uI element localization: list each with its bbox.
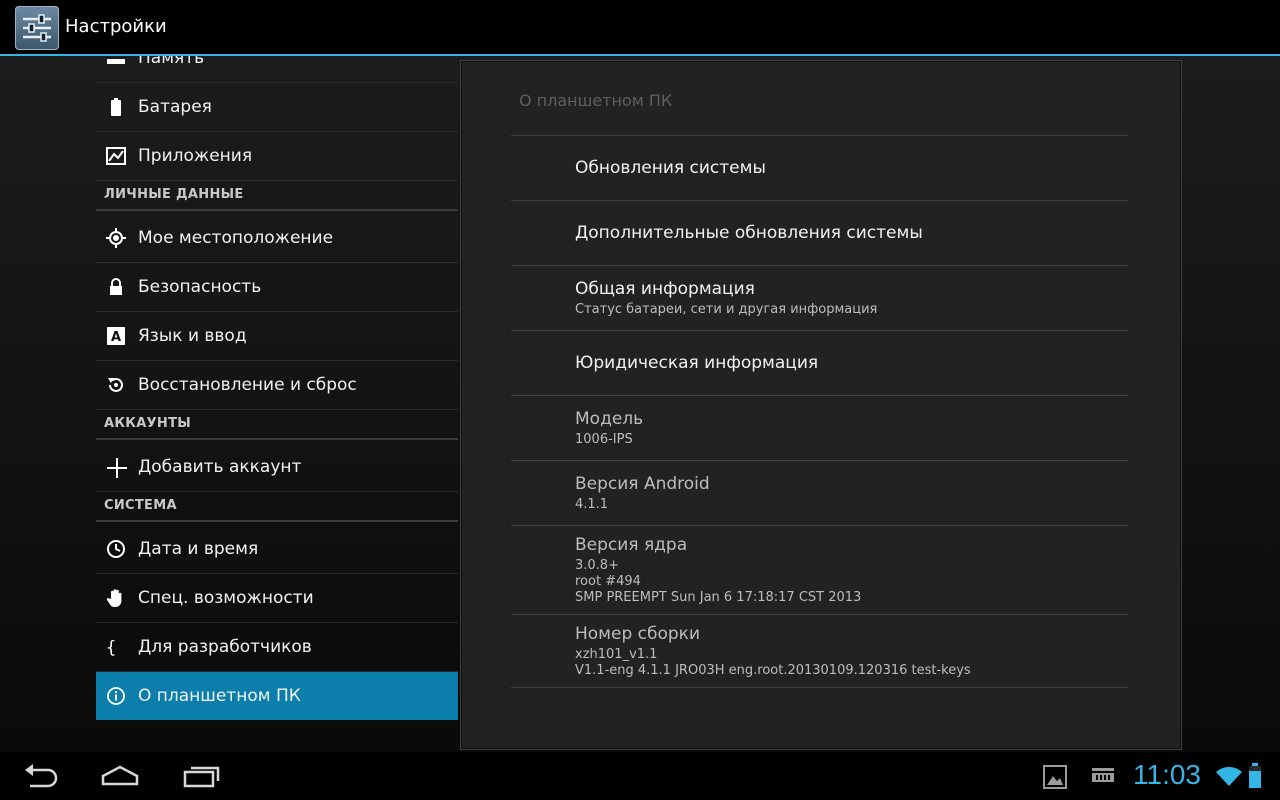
divider — [511, 614, 1128, 615]
divider — [511, 200, 1128, 201]
battery-status[interactable] — [1248, 763, 1262, 791]
plus-icon — [106, 457, 127, 478]
usb-debug-notification[interactable] — [1091, 767, 1115, 795]
battery-status-icon — [1249, 763, 1261, 788]
settings-sidebar: Память Батарея Приложения ЛИЧНЫЕ ДАННЫЕ … — [96, 56, 458, 752]
home-icon — [101, 765, 139, 786]
section-header-label: АККАУНТЫ — [104, 416, 192, 431]
braces-icon: { } — [106, 637, 137, 658]
divider — [511, 265, 1128, 266]
sidebar-item-label: Язык и ввод — [138, 326, 247, 346]
svg-text:{ }: { } — [106, 638, 128, 657]
sidebar-item-language[interactable]: A Язык и ввод — [96, 312, 458, 361]
sidebar-item-label: Приложения — [138, 146, 253, 166]
sidebar-item-label: Батарея — [138, 97, 212, 117]
wifi-icon — [1216, 766, 1242, 786]
sidebar-item-label: Для разработчиков — [138, 637, 312, 657]
sidebar-item-label: Память — [138, 56, 205, 68]
app-title: Настройки — [65, 16, 167, 37]
pref-summary-line: 3.0.8+ — [575, 558, 619, 573]
pref-legal[interactable]: Юридическая информация — [575, 353, 1125, 373]
pref-title: Обновления системы — [575, 158, 766, 178]
svg-text:A: A — [111, 330, 121, 345]
pref-title: Общая информация — [575, 279, 755, 299]
pref-status[interactable]: Общая информация Статус батареи, сети и … — [575, 279, 1125, 318]
home-button[interactable] — [100, 762, 140, 790]
sidebar-item-security[interactable]: Безопасность — [96, 263, 458, 312]
sidebar-item-label: Мое местоположение — [138, 228, 334, 248]
clock[interactable]: 11:03 — [1133, 759, 1201, 791]
sidebar-item-label: О планшетном ПК — [138, 686, 301, 706]
pref-additional-updates[interactable]: Дополнительные обновления системы — [575, 223, 1125, 243]
pref-title: Модель — [575, 409, 644, 429]
system-bar: 11:03 — [0, 752, 1280, 800]
pref-summary-line: root #494 — [575, 574, 641, 589]
section-header-system: СИСТЕМА — [96, 492, 458, 522]
restore-icon — [106, 375, 126, 395]
pref-title: Версия Android — [575, 474, 710, 494]
pref-title: Версия ядра — [575, 535, 688, 555]
sidebar-item-label: Добавить аккаунт — [138, 457, 302, 477]
pref-summary-line: SMP PREEMPT Sun Jan 6 17:18:17 CST 2013 — [575, 590, 862, 605]
info-icon — [106, 686, 126, 706]
divider — [511, 460, 1128, 461]
panel-title: О планшетном ПК — [519, 91, 673, 110]
recent-apps-icon — [183, 766, 220, 788]
hand-icon — [106, 588, 126, 608]
sidebar-item-add-account[interactable]: Добавить аккаунт — [96, 443, 458, 492]
back-icon — [25, 764, 58, 788]
about-tablet-panel: О планшетном ПК Обновления системы Допол… — [460, 60, 1182, 750]
settings-app-icon[interactable] — [15, 6, 59, 50]
pref-summary-line: V1.1-eng 4.1.1 JRO03H eng.root.20130109.… — [575, 663, 971, 678]
sidebar-item-location[interactable]: Мое местоположение — [96, 214, 458, 263]
sidebar-item-label: Дата и время — [138, 539, 259, 559]
pref-kernel-version: Версия ядра 3.0.8+ root #494 SMP PREEMPT… — [575, 535, 1125, 606]
apps-icon — [106, 146, 126, 166]
pref-model: Модель 1006-IPS — [575, 409, 1125, 448]
clock-icon — [106, 539, 126, 559]
sidebar-item-accessibility[interactable]: Спец. возможности — [96, 574, 458, 623]
pref-title: Дополнительные обновления системы — [575, 223, 923, 243]
sidebar-item-apps[interactable]: Приложения — [96, 132, 458, 181]
section-header-accounts: АККАУНТЫ — [96, 410, 458, 440]
divider — [511, 330, 1128, 331]
section-header-label: СИСТЕМА — [104, 498, 177, 513]
divider — [511, 525, 1128, 526]
pref-summary-line: xzh101_v1.1 — [575, 647, 658, 662]
sidebar-item-backup-reset[interactable]: Восстановление и сброс — [96, 361, 458, 410]
pref-title: Юридическая информация — [575, 353, 819, 373]
sidebar-item-about-tablet[interactable]: О планшетном ПК — [96, 672, 458, 720]
divider — [511, 687, 1128, 688]
pref-summary: 1006-IPS — [575, 432, 633, 447]
divider — [511, 135, 1128, 136]
pref-summary: Статус батареи, сети и другая информация — [575, 302, 878, 317]
sidebar-item-label: Безопасность — [138, 277, 262, 297]
pref-android-version[interactable]: Версия Android 4.1.1 — [575, 474, 1125, 513]
gallery-icon — [1043, 765, 1067, 789]
sidebar-item-battery[interactable]: Батарея — [96, 83, 458, 132]
wifi-status[interactable] — [1215, 764, 1243, 792]
sidebar-item-label: Спец. возможности — [138, 588, 314, 608]
pref-system-updates[interactable]: Обновления системы — [575, 158, 1125, 178]
location-icon — [106, 228, 126, 248]
sidebar-item-label: Восстановление и сброс — [138, 375, 357, 395]
storage-icon — [106, 56, 126, 68]
gallery-notification[interactable] — [1043, 765, 1067, 793]
section-header-label: ЛИЧНЫЕ ДАННЫЕ — [104, 187, 244, 202]
sidebar-item-storage[interactable]: Память — [96, 56, 458, 83]
action-bar: Настройки — [0, 0, 1280, 56]
pref-build-number[interactable]: Номер сборки xzh101_v1.1 V1.1-eng 4.1.1 … — [575, 624, 1125, 679]
battery-icon — [106, 97, 126, 117]
usb-debug-icon — [1092, 768, 1114, 782]
back-button[interactable] — [22, 762, 60, 790]
recent-apps-button[interactable] — [182, 762, 222, 790]
pref-summary: 4.1.1 — [575, 497, 609, 512]
lock-icon — [106, 277, 126, 297]
divider — [511, 395, 1128, 396]
language-icon: A — [106, 326, 126, 346]
sidebar-item-date-time[interactable]: Дата и время — [96, 525, 458, 574]
sidebar-item-developer[interactable]: { } Для разработчиков — [96, 623, 458, 672]
pref-title: Номер сборки — [575, 624, 701, 644]
section-header-personal: ЛИЧНЫЕ ДАННЫЕ — [96, 181, 458, 211]
